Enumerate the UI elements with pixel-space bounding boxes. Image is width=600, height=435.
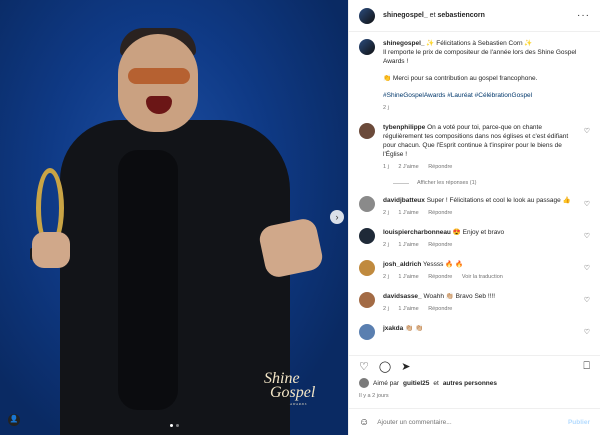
share-icon[interactable]: ➤: [401, 360, 410, 373]
comment-text: Super ! Félicitations et cool le look au…: [426, 197, 571, 204]
comment-reply-button[interactable]: Répondre: [428, 306, 452, 312]
comment-avatar[interactable]: [359, 260, 375, 276]
comment-like-icon[interactable]: ♡: [584, 200, 590, 208]
person-shirt: [118, 150, 178, 410]
post-actions: ♡ ◯ ➤ ⎕: [349, 355, 600, 377]
comment-like-icon[interactable]: ♡: [584, 232, 590, 240]
logo-line-3: AWARDS: [290, 402, 308, 406]
comment-reply-button[interactable]: Répondre: [428, 210, 452, 216]
comment-text: Woahh 👏🏼 Bravo Seb !!!!: [423, 293, 496, 300]
caption-line-1: ✨ Félicitations à Sebastien Corn ✨: [426, 40, 533, 47]
next-image-button[interactable]: ›: [330, 210, 344, 224]
caption-avatar[interactable]: [359, 39, 375, 55]
post-header: shinegospel_ et sebastiencorn ···: [349, 0, 600, 32]
comment-likes[interactable]: 1 J'aime: [398, 306, 418, 312]
comment-username[interactable]: jxakda: [383, 325, 403, 332]
comment-username[interactable]: josh_aldrich: [383, 261, 421, 268]
comment-avatar[interactable]: [359, 196, 375, 212]
comment-time: 2 j: [383, 242, 389, 248]
view-replies[interactable]: Afficher les réponses (1): [393, 180, 590, 186]
comment-time: 1 j: [383, 164, 389, 170]
author-username[interactable]: shinegospel_: [383, 12, 428, 19]
comment-text: 👏🏼 👏🏼: [405, 325, 424, 332]
comment-item: davidsasse_ Woahh 👏🏼 Bravo Seb !!!! 2 j …: [359, 292, 590, 314]
post-side-panel: shinegospel_ et sebastiencorn ··· shineg…: [348, 0, 600, 435]
emoji-icon[interactable]: ☺: [359, 417, 369, 428]
comment-username[interactable]: tybenphilippe: [383, 124, 425, 131]
comment-time: 2 j: [383, 306, 389, 312]
carousel-dot-active: [170, 424, 173, 427]
tag-user-icon[interactable]: 👤: [8, 414, 20, 426]
caption-username[interactable]: shinegospel_: [383, 40, 425, 47]
person-left-hand: [32, 232, 70, 268]
more-options-icon[interactable]: ···: [577, 10, 590, 21]
author-avatar[interactable]: [359, 7, 375, 24]
comments-list[interactable]: shinegospel_ ✨ Félicitations à Sebastien…: [349, 33, 600, 355]
comment-icon[interactable]: ◯: [379, 360, 391, 373]
comment-text: 😍 Enjoy et bravo: [452, 229, 505, 236]
comment-likes[interactable]: 1 J'aime: [398, 210, 418, 216]
comment-username[interactable]: davidjbatteux: [383, 197, 425, 204]
comment-item: jxakda 👏🏼 👏🏼 ♡: [359, 324, 590, 340]
shine-gospel-logo: Shine Gospel AWARDS: [264, 370, 315, 406]
comment-input[interactable]: [377, 418, 560, 426]
comment-item: louispiercharbonneau 😍 Enjoy et bravo 2 …: [359, 228, 590, 250]
comment-username[interactable]: davidsasse_: [383, 293, 422, 300]
comment-time: 2 j: [383, 274, 389, 280]
comment-like-icon[interactable]: ♡: [584, 127, 590, 135]
comment-like-icon[interactable]: ♡: [584, 296, 590, 304]
post-comment-button[interactable]: Publier: [568, 419, 590, 426]
coauthor-username[interactable]: sebastiencorn: [437, 12, 484, 19]
person-glasses: [128, 68, 190, 84]
comment-time: 2 j: [383, 210, 389, 216]
comment-text: Yessss 🔥 🔥: [423, 261, 464, 268]
comment-avatar[interactable]: [359, 324, 375, 340]
likes-others[interactable]: autres personnes: [443, 380, 497, 387]
likes-prefix: Aimé par: [373, 379, 400, 387]
comment-reply-button[interactable]: Répondre: [428, 164, 452, 170]
comment-avatar[interactable]: [359, 292, 375, 308]
comment-likes[interactable]: 2 J'aime: [398, 164, 418, 170]
like-icon[interactable]: ♡: [359, 360, 369, 373]
author-connector: et: [427, 12, 438, 19]
comment-reply-button[interactable]: Répondre: [428, 242, 452, 248]
carousel-dot: [176, 424, 179, 427]
comment-like-icon[interactable]: ♡: [584, 328, 590, 336]
comment-username[interactable]: louispiercharbonneau: [383, 229, 451, 236]
comment-likes[interactable]: 1 J'aime: [398, 274, 418, 280]
add-comment-bar: ☺ Publier: [349, 408, 600, 435]
logo-line-2: Gospel: [270, 384, 316, 401]
liker-username[interactable]: guitiel25: [403, 380, 429, 387]
comment-avatar[interactable]: [359, 228, 375, 244]
liker-avatar[interactable]: [359, 378, 369, 388]
carousel-dots: [170, 424, 179, 427]
caption-time: 2 j: [383, 105, 389, 111]
bookmark-icon[interactable]: ⎕: [583, 360, 590, 373]
post-caption: shinegospel_ ✨ Félicitations à Sebastien…: [359, 39, 590, 113]
caption-line-3: 👏 Merci pour sa contribution au gospel f…: [383, 75, 538, 82]
comment-item: davidjbatteux Super ! Félicitations et c…: [359, 196, 590, 218]
comment-avatar[interactable]: [359, 123, 375, 139]
post-image[interactable]: Shine Gospel AWARDS › 👤: [0, 0, 348, 435]
comment-reply-button[interactable]: Répondre: [428, 274, 452, 280]
comment-translate-button[interactable]: Voir la traduction: [462, 274, 503, 280]
comment-like-icon[interactable]: ♡: [584, 264, 590, 272]
caption-line-2: Il remporte le prix de compositeur de l'…: [383, 49, 577, 65]
comment-item: josh_aldrich Yessss 🔥 🔥 2 j 1 J'aime Rép…: [359, 260, 590, 282]
caption-hashtags[interactable]: #ShineGospelAwards #Lauréat #Célébration…: [383, 91, 590, 100]
post-date: Il y a 2 jours: [359, 393, 389, 399]
view-replies-label[interactable]: Afficher les réponses (1): [417, 180, 477, 186]
replies-line: [393, 182, 409, 184]
comment-item: tybenphilippe On a voté pour toi, parce-…: [359, 123, 590, 172]
likes-summary: Aimé par guitiel25 et autres personnes: [359, 378, 590, 388]
comment-likes[interactable]: 1 J'aime: [398, 242, 418, 248]
author-names: shinegospel_ et sebastiencorn: [383, 12, 485, 19]
likes-middle: et: [433, 379, 439, 387]
